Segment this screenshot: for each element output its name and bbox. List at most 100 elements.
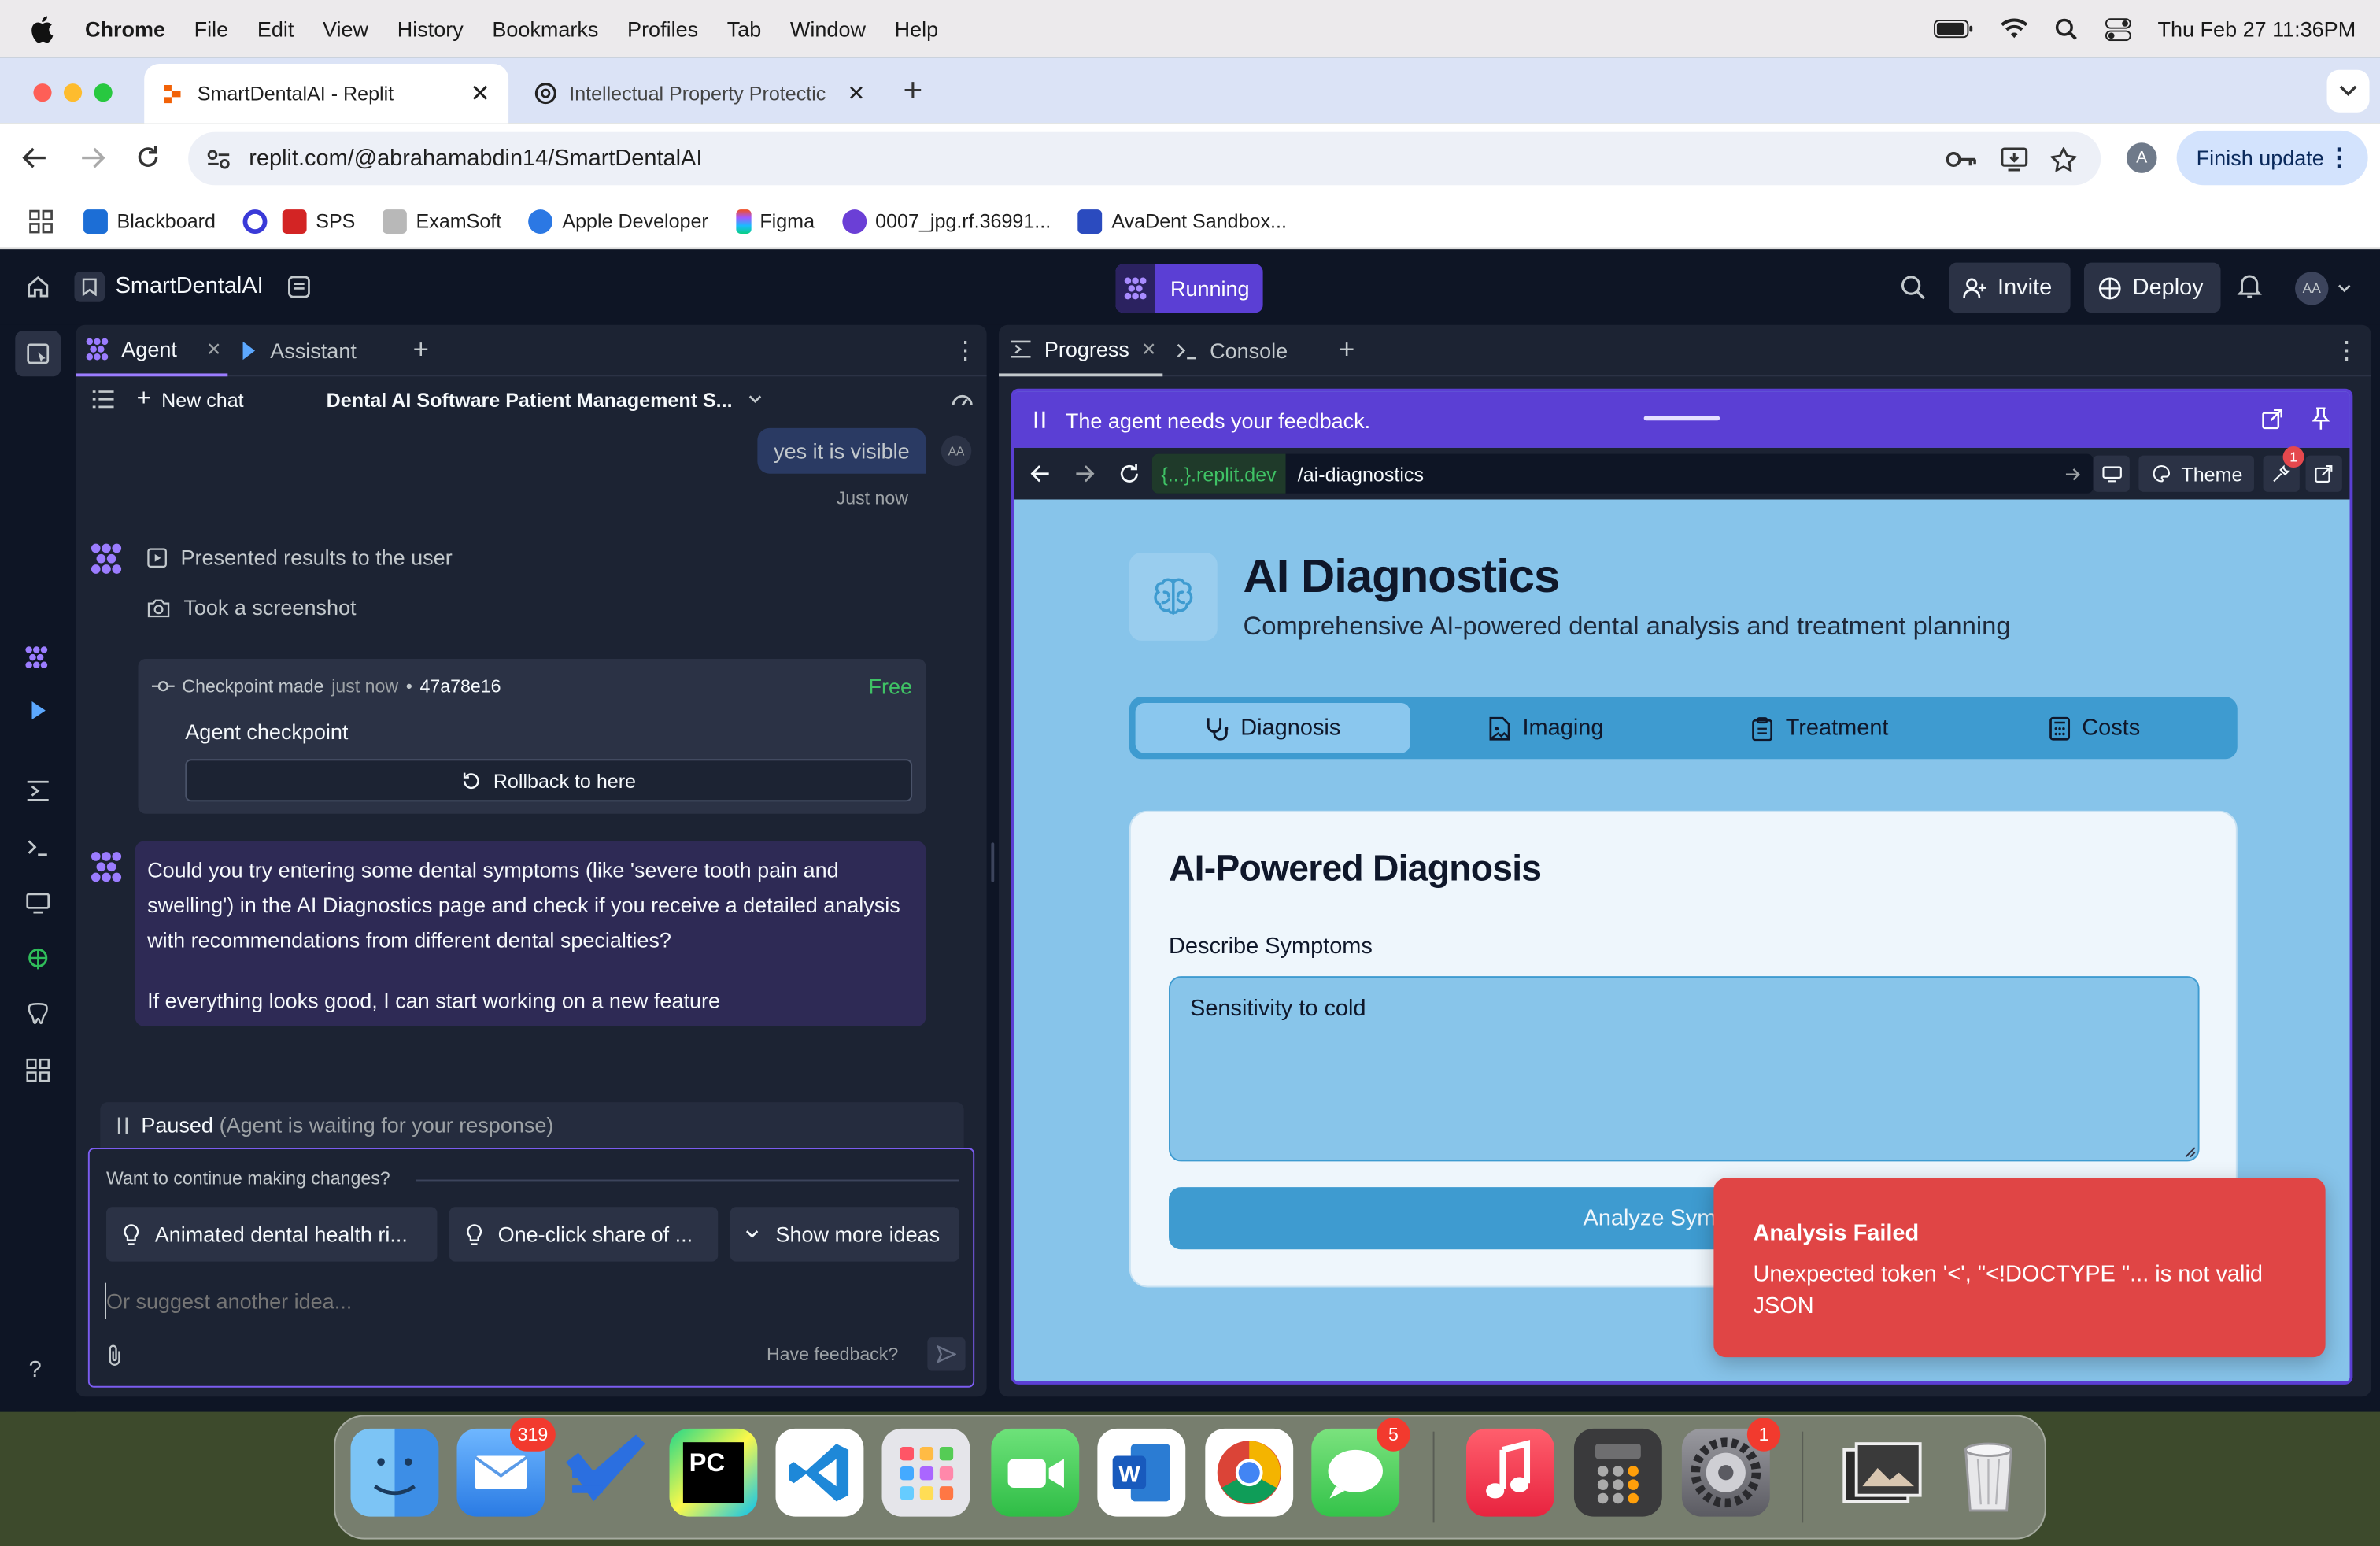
add-tab-button[interactable]: + xyxy=(413,334,429,366)
assistant-tool-icon[interactable] xyxy=(28,700,49,721)
menu-window[interactable]: Window xyxy=(790,17,866,41)
wifi-icon[interactable] xyxy=(2000,18,2027,39)
have-feedback-link[interactable]: Have feedback? xyxy=(767,1344,898,1365)
bookmark-star-icon[interactable] xyxy=(2050,146,2077,171)
checkpoint-hash[interactable]: 47a78e16 xyxy=(419,675,501,697)
dock-music[interactable] xyxy=(1466,1428,1554,1517)
pane-resize-handle[interactable] xyxy=(991,842,995,882)
address-bar[interactable]: replit.com/@abrahamabdin14/SmartDentalAI xyxy=(188,131,2101,186)
drag-handle[interactable] xyxy=(1643,416,1720,421)
attach-paperclip-icon[interactable] xyxy=(106,1344,123,1367)
tab-assistant[interactable]: Assistant xyxy=(227,338,357,362)
webview-tool-icon[interactable] xyxy=(26,893,50,914)
control-center-icon[interactable] xyxy=(2105,17,2131,41)
dock-pycharm[interactable]: PC xyxy=(669,1428,758,1517)
deploy-button[interactable]: Deploy xyxy=(2083,262,2221,313)
repl-info-icon[interactable] xyxy=(287,275,312,299)
bookmark-avadent[interactable]: AvaDent Sandbox... xyxy=(1077,209,1287,234)
site-info-icon[interactable] xyxy=(206,148,231,169)
theme-button[interactable]: Theme xyxy=(2138,455,2254,492)
user-avatar-menu[interactable]: AA xyxy=(2295,272,2351,305)
close-tab-icon[interactable]: ✕ xyxy=(206,338,221,359)
more-vertical-icon[interactable]: ⋮ xyxy=(2334,335,2359,365)
agent-tool-icon[interactable] xyxy=(24,645,49,670)
tab-treatment[interactable]: Treatment xyxy=(1683,703,1957,753)
bookmark-roboflow[interactable]: 0007_jpg.rf.36991... xyxy=(841,209,1051,234)
tab-search-button[interactable] xyxy=(2326,69,2370,113)
password-key-icon[interactable] xyxy=(1946,150,1976,168)
action-presented-results[interactable]: Presented results to the user xyxy=(147,545,453,569)
more-vertical-icon[interactable]: ⋮ xyxy=(953,335,978,365)
console-tool-icon[interactable] xyxy=(26,837,50,858)
dock-tasks[interactable] xyxy=(560,1429,649,1517)
reload-button[interactable] xyxy=(135,144,161,170)
apple-icon[interactable] xyxy=(31,15,55,43)
dock-launchpad[interactable] xyxy=(881,1428,970,1517)
menu-view[interactable]: View xyxy=(323,17,368,41)
menu-edit[interactable]: Edit xyxy=(257,17,294,41)
suggest-idea-input[interactable] xyxy=(105,1282,955,1319)
close-tab-icon[interactable]: ✕ xyxy=(1141,338,1156,359)
spotlight-search-icon[interactable] xyxy=(2054,17,2077,40)
window-minimize-button[interactable] xyxy=(64,83,83,102)
tab-costs[interactable]: Costs xyxy=(1957,703,2231,753)
tab-diagnosis[interactable]: Diagnosis xyxy=(1135,702,1410,753)
dock-trash[interactable] xyxy=(1945,1429,2033,1517)
new-tab-button[interactable]: + xyxy=(904,72,923,111)
menu-bookmarks[interactable]: Bookmarks xyxy=(492,17,598,41)
go-arrow-icon[interactable] xyxy=(2065,467,2081,480)
tab-progress[interactable]: Progress ✕ xyxy=(999,324,1163,376)
database-tool-icon[interactable] xyxy=(26,1002,50,1026)
idea-chip-one-click-share[interactable]: One-click share of ... xyxy=(449,1207,719,1262)
menu-help[interactable]: Help xyxy=(895,17,939,41)
open-new-window-icon[interactable] xyxy=(2305,455,2342,492)
back-button[interactable] xyxy=(21,146,49,170)
bookmark-sps[interactable]: SPS xyxy=(282,209,355,234)
files-panel-icon[interactable] xyxy=(15,331,61,377)
usage-gauge-icon[interactable] xyxy=(950,390,974,409)
tab-agent[interactable]: Agent ✕ xyxy=(76,324,228,376)
search-icon[interactable] xyxy=(1901,275,1927,301)
menu-tab[interactable]: Tab xyxy=(727,17,762,41)
close-tab-icon[interactable]: ✕ xyxy=(470,78,490,109)
dock-chrome[interactable] xyxy=(1205,1428,1294,1517)
add-tab-button[interactable]: + xyxy=(1339,334,1354,366)
menu-file[interactable]: File xyxy=(194,17,229,41)
repl-name[interactable]: SmartDentalAI xyxy=(116,273,264,299)
devtools-wrench-icon[interactable]: 1 xyxy=(2263,446,2304,492)
dock-mail[interactable]: 319 xyxy=(456,1418,556,1517)
install-app-icon[interactable] xyxy=(2001,146,2028,171)
device-preview-icon[interactable] xyxy=(2093,455,2130,492)
preview-reload-icon[interactable] xyxy=(1118,463,1140,484)
help-icon[interactable]: ? xyxy=(29,1357,42,1383)
profile-avatar[interactable]: A xyxy=(2126,142,2157,173)
dock-photos-stack[interactable] xyxy=(1839,1429,1927,1517)
preview-url-field[interactable]: {...}.replit.dev /ai-diagnostics xyxy=(1151,453,2094,494)
dock-facetime[interactable] xyxy=(991,1428,1080,1517)
chat-history-icon[interactable] xyxy=(92,390,114,409)
window-zoom-button[interactable] xyxy=(94,83,113,102)
finish-update-button[interactable]: Finish update ⋮ xyxy=(2176,130,2368,186)
error-toast[interactable]: Analysis Failed Unexpected token '<', "<… xyxy=(1713,1178,2326,1358)
dock-word[interactable]: W xyxy=(1097,1428,1186,1517)
dock-finder[interactable] xyxy=(350,1428,439,1517)
symptoms-textarea[interactable]: Sensitivity to cold xyxy=(1169,976,2200,1162)
run-status-button[interactable]: Running xyxy=(1115,264,1263,313)
bookmark-q[interactable] xyxy=(242,209,268,234)
menubar-clock[interactable]: Thu Feb 27 11:36PM xyxy=(2158,17,2356,41)
idea-chip-animated-risk[interactable]: Animated dental health ri... xyxy=(106,1207,438,1262)
preview-forward-icon[interactable] xyxy=(1074,464,1095,483)
deployments-tool-icon[interactable] xyxy=(26,947,50,971)
menu-profiles[interactable]: Profiles xyxy=(627,17,698,41)
menu-history[interactable]: History xyxy=(397,17,464,41)
dock-vscode[interactable] xyxy=(775,1428,864,1517)
tab-console[interactable]: Console xyxy=(1162,338,1288,362)
open-external-icon[interactable] xyxy=(2262,409,2283,430)
window-close-button[interactable] xyxy=(33,83,52,102)
resize-grip-icon[interactable] xyxy=(2184,1146,2196,1158)
preview-back-icon[interactable] xyxy=(1030,464,1051,483)
browser-tab-replit[interactable]: SmartDentalAI - Replit ✕ xyxy=(144,64,509,124)
progress-tool-icon[interactable] xyxy=(26,780,50,801)
apps-grid-icon[interactable] xyxy=(29,209,54,233)
pin-icon[interactable] xyxy=(2312,407,2330,431)
